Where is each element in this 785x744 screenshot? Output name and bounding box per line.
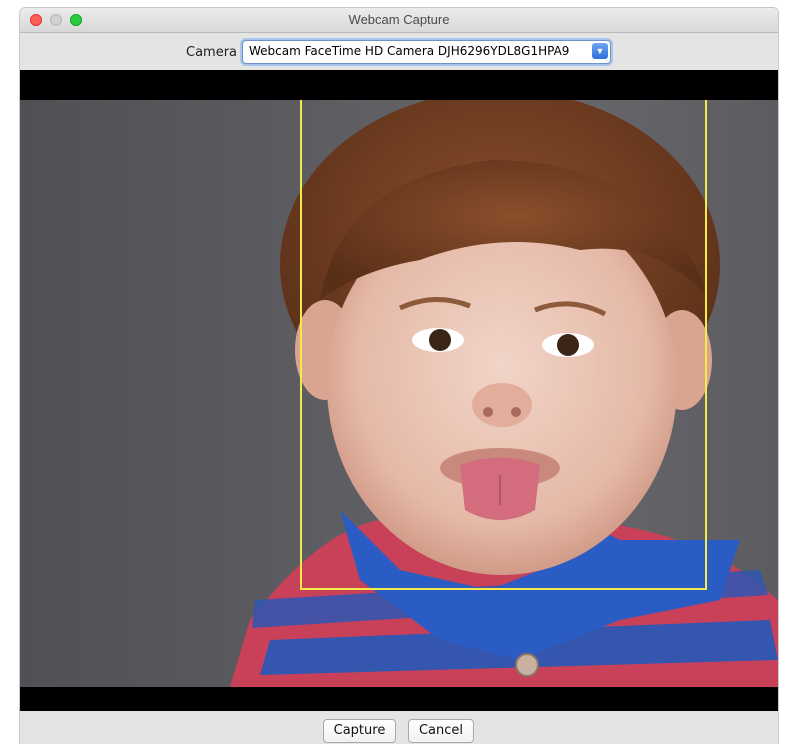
camera-selector-row: Camera Webcam FaceTime HD Camera DJH6296… — [20, 39, 778, 67]
button-bar: Capture Cancel — [20, 711, 778, 744]
webcam-capture-window: Webcam Capture Camera Webcam FaceTime HD… — [20, 8, 778, 744]
camera-dropdown[interactable]: Webcam FaceTime HD Camera DJH6296YDL8G1H… — [242, 40, 611, 64]
webcam-preview — [20, 70, 778, 711]
camera-selected-value: Webcam FaceTime HD Camera DJH6296YDL8G1H… — [249, 44, 570, 58]
title-bar[interactable]: Webcam Capture — [20, 8, 778, 33]
capture-button[interactable]: Capture — [323, 719, 396, 743]
face-detection-box — [300, 100, 707, 590]
camera-label: Camera — [186, 45, 238, 60]
cancel-button[interactable]: Cancel — [408, 719, 474, 743]
window-title: Webcam Capture — [348, 12, 450, 27]
webcam-image — [20, 100, 778, 687]
chevron-down-icon[interactable]: ▼ — [592, 43, 608, 59]
